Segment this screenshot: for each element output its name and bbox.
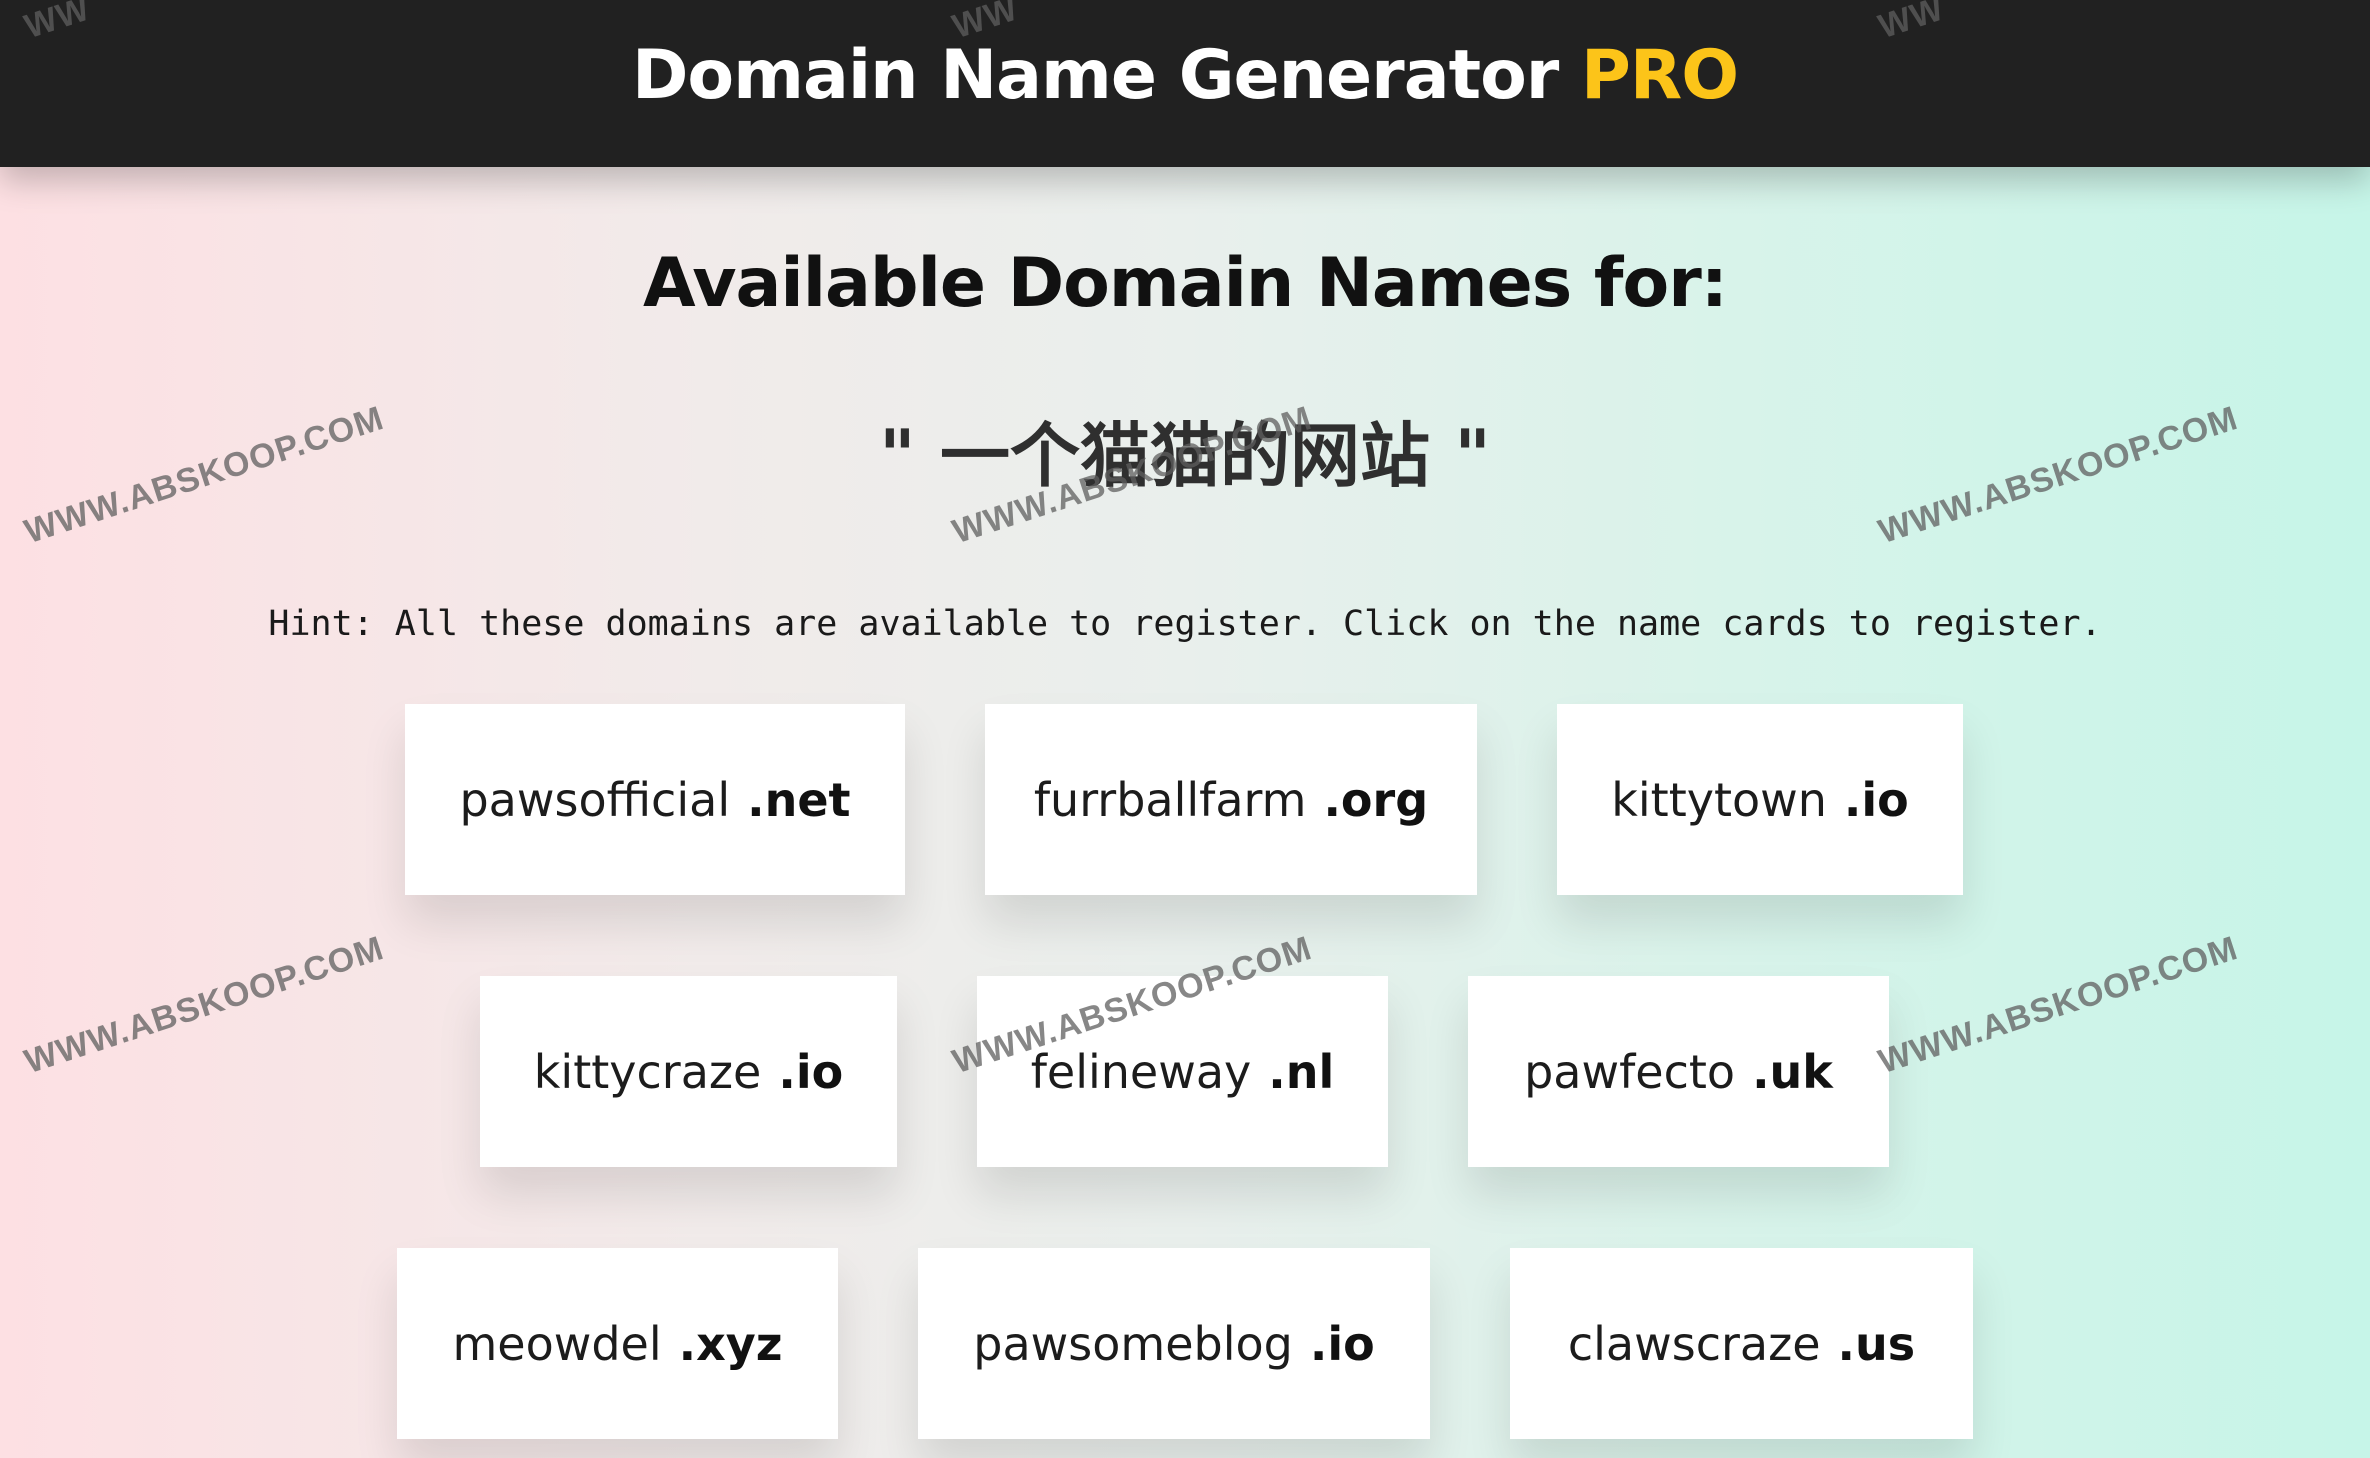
domain-name: furrballfarm (1033, 772, 1307, 827)
domain-name: pawfecto (1524, 1044, 1736, 1099)
domain-name: meowdel (452, 1316, 662, 1371)
app-title: Domain Name Generator PRO (0, 36, 2370, 115)
app-title-pro-badge: PRO (1581, 36, 1739, 115)
domain-card[interactable]: pawfecto .uk (1468, 976, 1889, 1167)
domain-name: felineway (1030, 1044, 1252, 1099)
domain-tld: .io (1843, 772, 1909, 827)
search-query-text: " 一个猫猫的网站 " (879, 415, 1491, 497)
domain-name: pawsofficial (459, 772, 731, 827)
domain-name: clawscraze (1567, 1316, 1821, 1371)
domain-card[interactable]: kittycraze .io (480, 976, 897, 1167)
results-heading: Available Domain Names for: (643, 244, 1728, 323)
domain-tld: .io (778, 1044, 844, 1099)
app-header: Domain Name Generator PRO (0, 0, 2370, 167)
domain-tld: .nl (1268, 1044, 1335, 1099)
domain-tld: .net (747, 772, 851, 827)
hint-text: Hint: All these domains are available to… (268, 604, 2102, 644)
domain-name: kittycraze (533, 1044, 762, 1099)
domain-card[interactable]: felineway .nl (977, 976, 1388, 1167)
domain-card[interactable]: pawsofficial .net (405, 704, 905, 895)
domain-tld: .xyz (678, 1316, 783, 1371)
domain-card[interactable]: clawscraze .us (1510, 1248, 1973, 1439)
domain-name: kittytown (1611, 772, 1827, 827)
domain-card[interactable]: pawsomeblog .io (918, 1248, 1430, 1439)
domain-tld: .io (1309, 1316, 1375, 1371)
domain-tld: .uk (1752, 1044, 1833, 1099)
domain-tld: .us (1837, 1316, 1916, 1371)
domain-card[interactable]: kittytown .io (1557, 704, 1963, 895)
domain-name: pawsomeblog (973, 1316, 1293, 1371)
domain-card[interactable]: furrballfarm .org (985, 704, 1477, 895)
app-title-main: Domain Name Generator (631, 36, 1559, 115)
watermark-text: WWW.ABSKOOP.COM (1874, 929, 2243, 1082)
domain-tld: .org (1323, 772, 1429, 827)
domain-card[interactable]: meowdel .xyz (397, 1248, 838, 1439)
watermark-text: WWW.ABSKOOP.COM (20, 929, 389, 1082)
